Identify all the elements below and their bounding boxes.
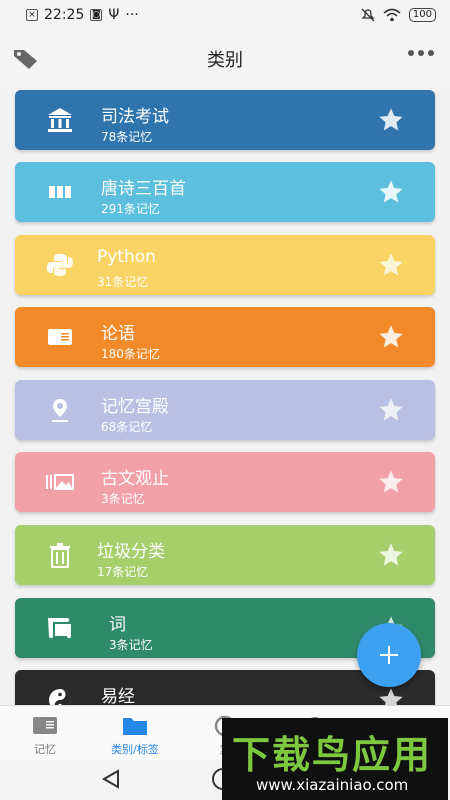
- category-list: 司法考试 78条记忆 唐诗三百首 291条记忆 Python 31条记忆 论语 …: [0, 89, 450, 705]
- star-icon[interactable]: [377, 251, 405, 279]
- books-icon: [49, 186, 71, 198]
- category-name: Python: [97, 247, 156, 267]
- star-icon[interactable]: [377, 106, 405, 134]
- tab-label: 记忆: [34, 743, 56, 756]
- more-icon[interactable]: [408, 50, 434, 56]
- app-notification-icon: ◙: [90, 9, 103, 21]
- yin-yang-icon: [49, 689, 71, 705]
- folder-icon: [123, 718, 147, 735]
- category-name: 词: [109, 615, 126, 635]
- star-icon[interactable]: [377, 686, 405, 705]
- star-icon[interactable]: [377, 323, 405, 351]
- category-card-jiyigongdian[interactable]: 记忆宫殿 68条记忆: [15, 380, 435, 440]
- scroll-icon: [48, 618, 71, 639]
- category-card-lajifenlei[interactable]: 垃圾分类 17条记忆: [15, 525, 435, 585]
- tab-memory[interactable]: 记忆: [0, 706, 90, 760]
- watermark-logo: 下载鸟应用 www.xiazainiao.com: [222, 718, 448, 800]
- notification-x-icon: ×: [26, 9, 38, 21]
- wifi-icon: [383, 8, 401, 22]
- category-name: 古文观止: [101, 469, 169, 489]
- page-title: 类别: [207, 50, 243, 71]
- category-count: 68条记忆: [101, 420, 153, 434]
- star-icon[interactable]: [377, 396, 405, 424]
- tag-icon[interactable]: [12, 46, 40, 70]
- tab-label: 类别/标签: [111, 743, 159, 756]
- add-category-button[interactable]: [357, 623, 421, 687]
- plus-icon: [380, 646, 398, 664]
- category-count: 180条记忆: [101, 347, 160, 361]
- book-icon: [48, 329, 72, 345]
- watermark-title: 下载鸟应用: [232, 733, 433, 777]
- star-icon[interactable]: [377, 541, 405, 569]
- mute-icon: [361, 8, 375, 22]
- category-card-guwen[interactable]: 古文观止 3条记忆: [15, 452, 435, 512]
- tab-categories[interactable]: 类别/标签: [90, 706, 180, 760]
- category-name: 记忆宫殿: [101, 397, 169, 417]
- star-icon[interactable]: [377, 468, 405, 496]
- category-count: 78条记忆: [101, 130, 153, 144]
- watermark-url: www.xiazainiao.com: [256, 776, 409, 794]
- status-ellipsis: ···: [125, 7, 139, 23]
- category-count: 291条记忆: [101, 202, 160, 216]
- memory-icon: [33, 717, 57, 734]
- status-time: 22:25: [44, 7, 85, 23]
- location-pin-icon: [52, 399, 68, 422]
- category-count: 3条记忆: [101, 492, 145, 506]
- category-name: 唐诗三百首: [101, 179, 186, 199]
- trash-icon: [50, 543, 70, 568]
- status-bar: × 22:25 ◙ Ψ ··· 100: [0, 0, 450, 30]
- star-icon[interactable]: [377, 178, 405, 206]
- category-count: 3条记忆: [109, 638, 153, 652]
- battery-indicator: 100: [408, 8, 436, 22]
- gallery-icon: [46, 474, 74, 490]
- category-name: 司法考试: [101, 107, 169, 127]
- category-card-tangshi[interactable]: 唐诗三百首 291条记忆: [15, 162, 435, 222]
- usb-icon: Ψ: [108, 7, 120, 23]
- bank-icon: [48, 108, 72, 132]
- app-bar: 类别: [0, 30, 450, 88]
- category-name: 垃圾分类: [97, 542, 165, 562]
- python-icon: [47, 254, 73, 276]
- category-card-python[interactable]: Python 31条记忆: [15, 235, 435, 295]
- category-name: 论语: [101, 324, 135, 344]
- category-name: 易经: [101, 687, 135, 705]
- category-count: 31条记忆: [97, 275, 149, 289]
- category-card-sifa[interactable]: 司法考试 78条记忆: [15, 90, 435, 150]
- category-count: 17条记忆: [97, 565, 149, 579]
- back-icon[interactable]: [100, 768, 122, 790]
- category-card-lunyu[interactable]: 论语 180条记忆: [15, 307, 435, 367]
